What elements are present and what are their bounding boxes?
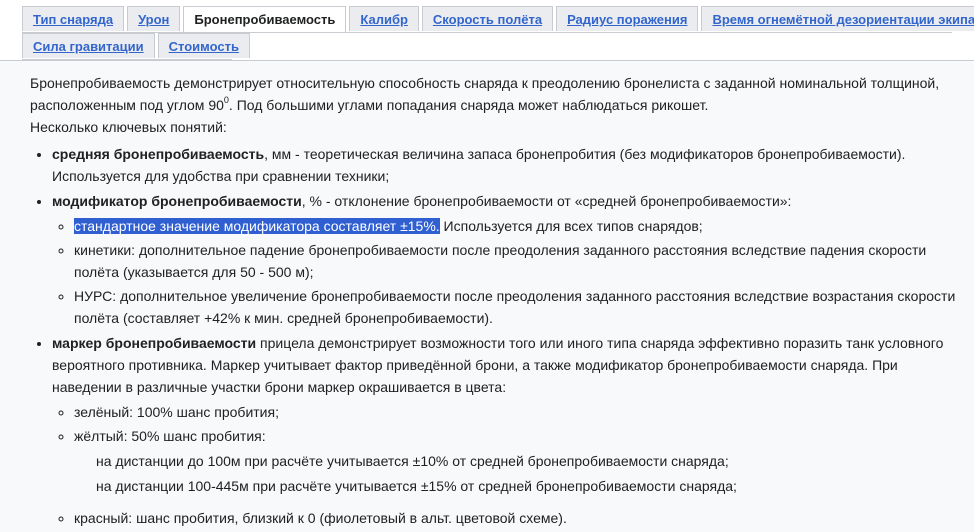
list-item-kinetic: кинетики: дополнительное падение бронепр… — [74, 239, 966, 283]
tab-blast-radius[interactable]: Радиус поражения — [556, 6, 699, 31]
article-body: Бронепробиваемость демонстрирует относит… — [30, 72, 966, 532]
tab-damage[interactable]: Урон — [127, 6, 181, 31]
yellow-detail-2: на дистанции 100-445м при расчёте учитыв… — [96, 478, 737, 494]
term-penetration-marker: маркер бронепробиваемости — [52, 335, 257, 351]
selected-text[interactable]: стандартное значение модификатора состав… — [74, 218, 440, 234]
marker-color-sublist: зелёный: 100% шанс пробития; жёлтый: 50%… — [52, 401, 966, 529]
list-item-standard-modifier: стандартное значение модификатора состав… — [74, 215, 966, 237]
tab-shell-type[interactable]: Тип снаряда — [22, 6, 125, 31]
tab-flame-disorientation[interactable]: Время огнемётной дезориентации экипажа — [701, 6, 974, 31]
tab-bar: Тип снаряда Урон Бронепробиваемость Кали… — [22, 6, 974, 60]
list-item-average-penetration: средняя бронепробиваемость, мм - теорети… — [52, 143, 966, 187]
list-item-nurs: НУРС: дополнительное увеличение бронепро… — [74, 285, 966, 329]
list-item-green: зелёный: 100% шанс пробития; — [74, 401, 966, 423]
tab-armor-penetration[interactable]: Бронепробиваемость — [183, 6, 347, 32]
modifier-sublist: стандартное значение модификатора состав… — [52, 215, 966, 329]
term-average-penetration: средняя бронепробиваемость — [52, 146, 265, 162]
key-concepts-heading: Несколько ключевых понятий: — [30, 119, 227, 135]
list-item-penetration-marker: маркер бронепробиваемости прицела демонс… — [52, 332, 966, 529]
tab-content-panel: Бронепробиваемость демонстрирует относит… — [0, 60, 974, 532]
concept-list: средняя бронепробиваемость, мм - теорети… — [30, 143, 966, 529]
list-item-red: красный: шанс пробития, близкий к 0 (фио… — [74, 507, 966, 529]
tab-flight-speed[interactable]: Скорость полёта — [421, 6, 554, 31]
tab-row-1: Тип снаряда Урон Бронепробиваемость Кали… — [22, 6, 974, 33]
intro-paragraph: Бронепробиваемость демонстрирует относит… — [30, 75, 940, 113]
term-penetration-modifier: модификатор бронепробиваемости — [52, 193, 302, 209]
tab-caliber[interactable]: Калибр — [349, 6, 419, 31]
tab-gravity[interactable]: Сила гравитации — [22, 33, 155, 58]
list-item-yellow: жёлтый: 50% шанс пробития: на дистанции … — [74, 425, 966, 497]
yellow-detail-1: на дистанции до 100м при расчёте учитыва… — [96, 453, 729, 469]
tab-cost[interactable]: Стоимость — [157, 33, 250, 58]
tab-row-2: Сила гравитации Стоимость — [22, 33, 250, 60]
degree-superscript: 0 — [223, 95, 229, 106]
list-item-penetration-modifier: модификатор бронепробиваемости, % - откл… — [52, 190, 966, 329]
